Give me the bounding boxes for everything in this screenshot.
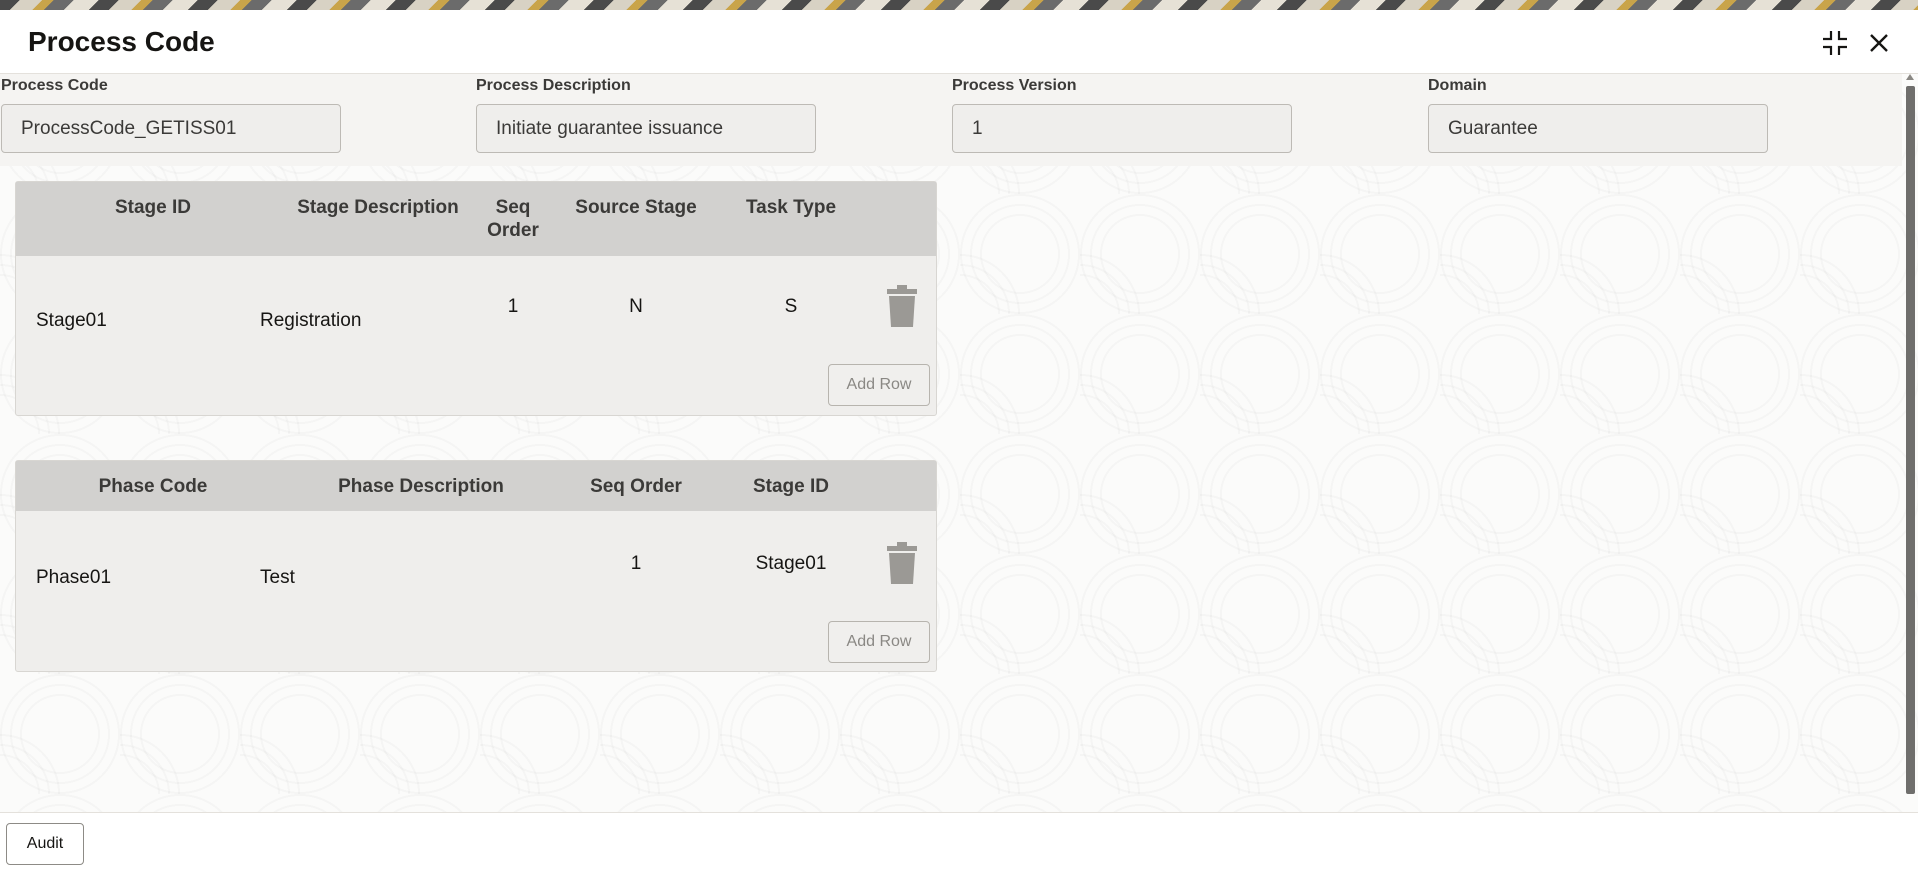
cell-stage-description: Registration bbox=[260, 310, 362, 331]
col-seq-order: Seq Order bbox=[487, 197, 539, 241]
domain-field: Domain bbox=[1428, 74, 1768, 153]
process-fields: Process Code Process Description Process… bbox=[0, 74, 1902, 166]
cell-stage-id: Stage01 bbox=[36, 310, 107, 331]
domain-label: Domain bbox=[1428, 77, 1487, 94]
col-phase-code: Phase Code bbox=[98, 476, 208, 497]
process-code-label: Process Code bbox=[1, 77, 108, 94]
col-seq-order: Seq Order bbox=[590, 476, 682, 497]
phase-grid-header: Phase Code Phase Description Seq Order S… bbox=[16, 461, 936, 511]
phase-grid: Phase Code Phase Description Seq Order S… bbox=[15, 460, 937, 672]
process-version-label: Process Version bbox=[952, 77, 1077, 94]
process-code-dialog: Process Code Process Code Process Descri… bbox=[0, 10, 1918, 870]
cell-task-type: S bbox=[784, 296, 798, 317]
process-code-field: Process Code bbox=[1, 74, 341, 153]
process-code-input[interactable] bbox=[1, 104, 341, 153]
cell-phase-code: Phase01 bbox=[36, 567, 112, 588]
dialog-header: Process Code bbox=[0, 10, 1918, 74]
trash-icon[interactable] bbox=[886, 285, 918, 327]
vertical-scrollbar[interactable] bbox=[1904, 74, 1916, 812]
cell-seq-order: 1 bbox=[630, 553, 642, 574]
stage-grid-header: Stage ID Stage Description Seq Order Sou… bbox=[16, 182, 936, 256]
trash-icon[interactable] bbox=[886, 542, 918, 584]
process-description-input[interactable] bbox=[476, 104, 816, 153]
dialog-footer: Audit bbox=[0, 812, 1918, 870]
process-version-input[interactable] bbox=[952, 104, 1292, 153]
process-description-label: Process Description bbox=[476, 77, 631, 94]
cell-source-stage: N bbox=[629, 296, 643, 317]
col-phase-description: Phase Description bbox=[338, 476, 504, 497]
process-description-field: Process Description bbox=[476, 74, 816, 153]
cell-phase-description: Test bbox=[260, 567, 295, 588]
col-stage-description: Stage Description bbox=[297, 197, 459, 218]
col-stage-id: Stage ID bbox=[752, 476, 830, 497]
background-strip bbox=[0, 0, 1918, 10]
audit-button[interactable]: Audit bbox=[6, 823, 84, 865]
dialog-body: Process Code Process Description Process… bbox=[0, 74, 1918, 812]
collapse-icon[interactable] bbox=[1820, 28, 1850, 58]
col-task-type: Task Type bbox=[745, 197, 837, 218]
dialog-title: Process Code bbox=[28, 26, 215, 57]
col-stage-id: Stage ID bbox=[114, 197, 192, 218]
close-icon[interactable] bbox=[1864, 28, 1894, 58]
add-row-button[interactable]: Add Row bbox=[828, 364, 930, 406]
process-version-field: Process Version bbox=[952, 74, 1292, 153]
stage-grid: Stage ID Stage Description Seq Order Sou… bbox=[15, 181, 937, 416]
scroll-up-arrow-icon[interactable] bbox=[1906, 74, 1914, 80]
add-row-button[interactable]: Add Row bbox=[828, 621, 930, 663]
cell-seq-order: 1 bbox=[507, 296, 519, 317]
cell-stage-id: Stage01 bbox=[755, 553, 827, 574]
scrollbar-thumb[interactable] bbox=[1906, 86, 1915, 794]
col-source-stage: Source Stage bbox=[575, 197, 697, 218]
domain-input[interactable] bbox=[1428, 104, 1768, 153]
